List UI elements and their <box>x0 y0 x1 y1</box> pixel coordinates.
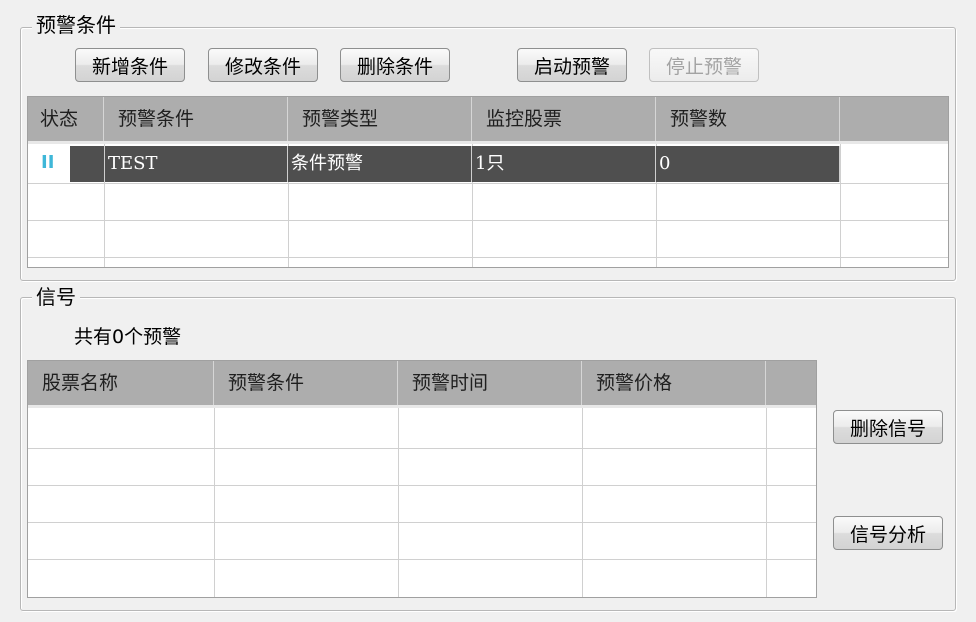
grid-line <box>28 448 816 449</box>
grid-line <box>398 408 399 597</box>
conditions-group-title: 预警条件 <box>32 14 120 36</box>
signals-table-header: 股票名称 预警条件 预警时间 预警价格 <box>28 361 816 408</box>
grid-line <box>28 220 948 221</box>
alert-count-label: 共有0个预警 <box>74 326 182 348</box>
grid-line <box>28 559 816 560</box>
edit-condition-button[interactable]: 修改条件 <box>208 48 318 82</box>
delete-signal-button[interactable]: 删除信号 <box>833 410 943 444</box>
stocks-cell: 1只 <box>472 146 656 182</box>
column-header-condition[interactable]: 预警条件 <box>214 361 398 405</box>
column-header-type[interactable]: 预警类型 <box>288 97 472 141</box>
column-header-price[interactable]: 预警价格 <box>582 361 766 405</box>
column-header-stocks[interactable]: 监控股票 <box>472 97 656 141</box>
grid-line <box>28 257 948 258</box>
column-header-status[interactable]: 状态 <box>28 97 104 141</box>
column-header-filler <box>766 361 816 405</box>
column-header-time[interactable]: 预警时间 <box>398 361 582 405</box>
signals-group-title: 信号 <box>32 286 80 308</box>
delete-condition-button[interactable]: 删除条件 <box>340 48 450 82</box>
column-header-filler <box>840 97 948 141</box>
grid-line <box>840 144 841 267</box>
analyze-signal-button[interactable]: 信号分析 <box>833 516 943 550</box>
grid-line <box>28 485 816 486</box>
conditions-table[interactable]: 状态 预警条件 预警类型 监控股票 预警数 II TEST 条件预警 1只 0 <box>27 96 949 268</box>
signals-table[interactable]: 股票名称 预警条件 预警时间 预警价格 <box>27 360 817 598</box>
status-cell: II <box>28 146 70 182</box>
grid-line <box>214 408 215 597</box>
condition-cell: TEST <box>104 146 288 182</box>
grid-line <box>582 408 583 597</box>
grid-line <box>28 522 816 523</box>
start-alert-button[interactable]: 启动预警 <box>517 48 627 82</box>
column-header-stock-name[interactable]: 股票名称 <box>28 361 214 405</box>
table-row[interactable]: II TEST 条件预警 1只 0 <box>28 146 840 182</box>
conditions-table-header: 状态 预警条件 预警类型 监控股票 预警数 <box>28 97 948 144</box>
alert-count-cell: 0 <box>656 146 840 182</box>
column-header-alert-count[interactable]: 预警数 <box>656 97 840 141</box>
stop-alert-button[interactable]: 停止预警 <box>649 48 759 82</box>
column-header-condition[interactable]: 预警条件 <box>104 97 288 141</box>
grid-line <box>766 408 767 597</box>
type-cell: 条件预警 <box>288 146 472 182</box>
pause-icon: II <box>41 152 55 173</box>
add-condition-button[interactable]: 新增条件 <box>75 48 185 82</box>
grid-line <box>28 183 948 184</box>
